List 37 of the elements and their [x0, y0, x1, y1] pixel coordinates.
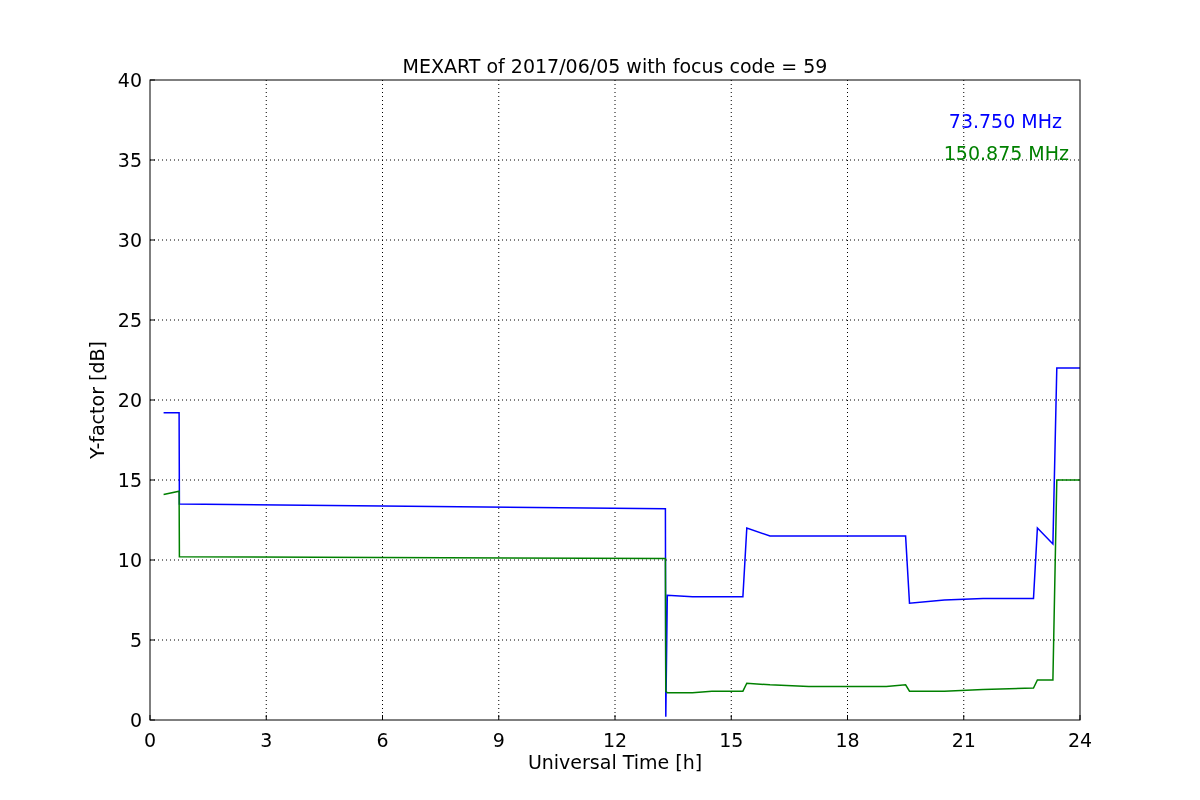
chart-title: MEXART of 2017/06/05 with focus code = 59: [402, 55, 828, 77]
x-axis-label: Universal Time [h]: [527, 751, 703, 773]
x-tick-label: 6: [376, 729, 389, 751]
x-tick-label: 9: [492, 729, 505, 751]
tick-mark: [614, 714, 616, 721]
tick-mark: [149, 239, 156, 241]
tick-mark: [149, 319, 156, 321]
y-tick-label: 10: [117, 549, 142, 571]
tick-mark: [265, 714, 267, 721]
y-tick-label: 40: [117, 69, 142, 91]
y-axis-label: Y-factor [dB]: [86, 341, 108, 459]
x-tick-label: 24: [1067, 729, 1093, 751]
tick-mark: [149, 559, 156, 561]
tick-mark: [963, 714, 965, 721]
x-tick-label: 21: [951, 729, 976, 751]
x-tick-label: 0: [143, 729, 157, 751]
y-tick-label: 5: [129, 629, 142, 651]
y-tick-label: 35: [117, 149, 142, 171]
tick-mark: [149, 639, 156, 641]
x-tick-label: 15: [719, 729, 744, 751]
tick-mark: [498, 714, 500, 721]
legend-label: 73.750 MHz: [948, 110, 1062, 132]
x-tick-label: 12: [602, 729, 628, 751]
tick-mark: [382, 714, 383, 721]
y-tick-label: 20: [117, 389, 142, 411]
legend-label: 150.875 MHz: [943, 142, 1069, 164]
y-tick-label: 30: [117, 229, 142, 251]
y-tick-label: 0: [129, 709, 142, 731]
x-tick-label: 3: [260, 729, 273, 751]
tick-mark: [730, 714, 732, 721]
tick-mark: [149, 479, 156, 481]
tick-mark: [149, 399, 156, 401]
y-tick-label: 15: [117, 469, 142, 491]
tick-mark: [847, 714, 848, 721]
x-tick-label: 18: [835, 729, 860, 751]
y-tick-label: 25: [117, 309, 142, 331]
tick-mark: [149, 159, 156, 161]
